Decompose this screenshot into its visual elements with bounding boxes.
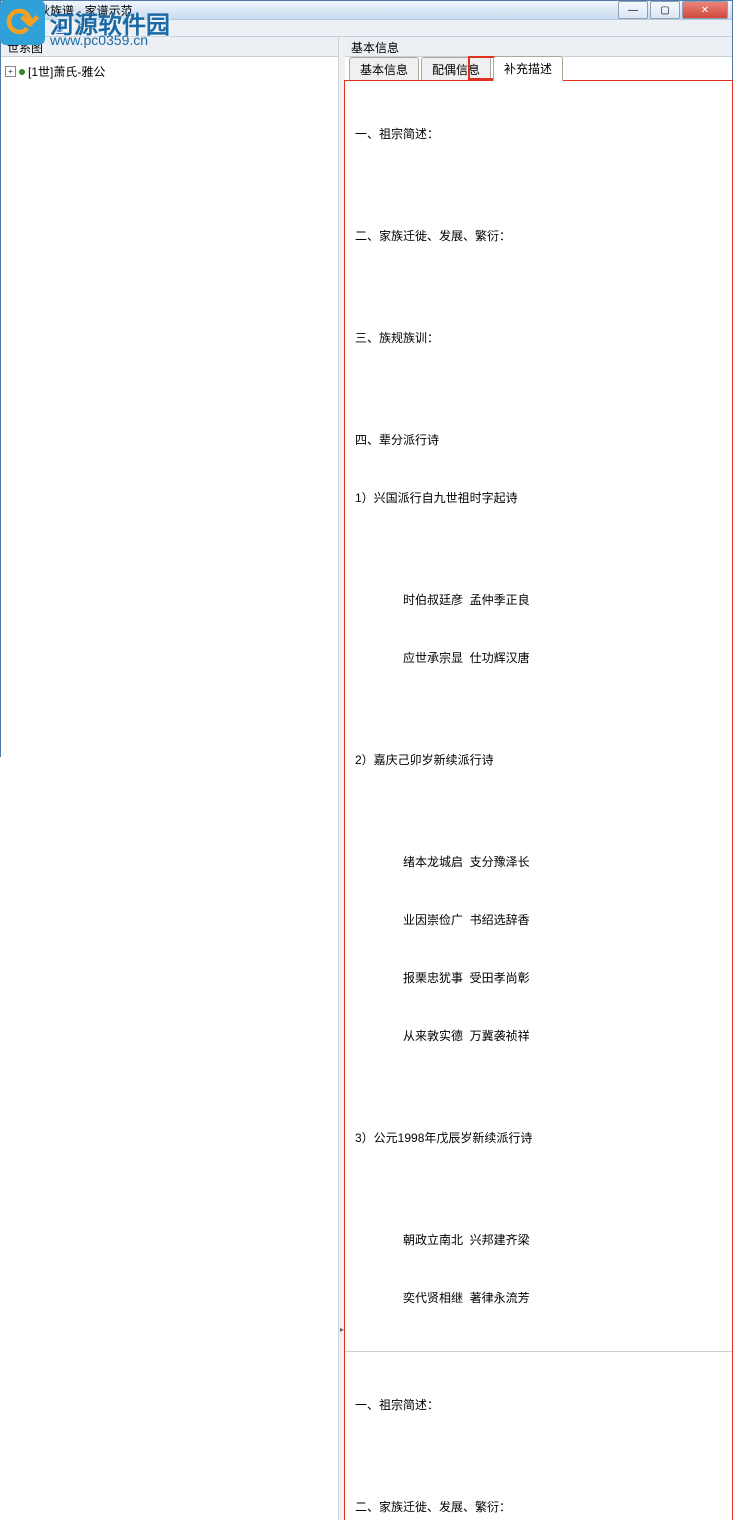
item2-line2: 业因崇俭广 书绍选辞香 [355,911,722,929]
lower-text-pane[interactable]: 一、祖宗简述： 二、家族迁徙、发展、繁衍： 三、族规族训： 四、辈分派行诗 1）… [345,1351,732,1520]
minimize-button[interactable]: — [618,1,648,19]
window-controls: — ▢ ✕ [618,1,728,19]
section-4: 四、辈分派行诗 [355,431,722,449]
item1-line1: 时伯叔廷彦 孟仲季正良 [355,591,722,609]
item2-header: 2）嘉庆己卯岁新续派行诗 [355,751,722,769]
app-icon [5,2,21,18]
tab-spouse-info[interactable]: 配偶信息 [421,57,491,81]
item1-header: 1）兴国派行自九世祖时字起诗 [355,489,722,507]
close-button[interactable]: ✕ [682,1,728,19]
maximize-button[interactable]: ▢ [650,1,680,19]
toolbar: C D S ? [1,20,732,37]
item3-header: 3）公元1998年戊辰岁新续派行诗 [355,1129,722,1147]
toolbar-c[interactable]: C [7,20,22,36]
item3-line2: 奕代贤相继 著律永流芳 [355,1289,722,1307]
body-area: 世系图 + [1世]萧氏-雅公 基本信息 基本信息 配偶信息 补充描述 [1,37,732,1520]
upper-text-pane[interactable]: 一、祖宗简述： 二、家族迁徙、发展、繁衍： 三、族规族训： 四、辈分派行诗 1）… [345,81,732,1351]
item2-line1: 绪本龙城启 支分豫泽长 [355,853,722,871]
content-area: 一、祖宗简述： 二、家族迁徙、发展、繁衍： 三、族规族训： 四、辈分派行诗 1）… [345,81,732,1520]
tree-node-icon [19,69,25,75]
main-window: 千秋族谱 - 家谱示范 — ▢ ✕ C D S ? 世系图 + [1世]萧氏-雅… [0,0,733,757]
item1-line2: 应世承宗显 仕功辉汉唐 [355,649,722,667]
tree-expand-icon[interactable]: + [5,66,16,77]
tree-view[interactable]: + [1世]萧氏-雅公 [1,57,338,1520]
section-3: 三、族规族训： [355,329,722,347]
toolbar-d[interactable]: D [30,20,45,36]
tab-basic-info[interactable]: 基本信息 [349,57,419,81]
left-panel-header: 世系图 [1,37,338,57]
section-2b: 二、家族迁徙、发展、繁衍： [355,1498,722,1516]
window-title: 千秋族谱 - 家谱示范 [26,2,618,19]
tree-root-label: [1世]萧氏-雅公 [28,63,105,80]
tab-supplement[interactable]: 补充描述 [493,56,563,81]
section-1: 一、祖宗简述： [355,125,722,143]
toolbar-s[interactable]: S [52,20,66,36]
toolbar-help[interactable]: ? [74,20,87,36]
right-panel-header: 基本信息 [345,37,732,57]
item3-line1: 朝政立南北 兴邦建齐梁 [355,1231,722,1249]
item2-line4: 从来敦实德 万冀袭祯祥 [355,1027,722,1045]
section-2: 二、家族迁徙、发展、繁衍： [355,227,722,245]
item2-line3: 报栗忠犹事 受田孝尚彰 [355,969,722,987]
right-panel: 基本信息 基本信息 配偶信息 补充描述 一、祖宗简述： 二、家族迁徙、发展、繁衍… [345,37,732,1520]
left-panel: 世系图 + [1世]萧氏-雅公 [1,37,339,1520]
tree-root-item[interactable]: + [1世]萧氏-雅公 [5,61,334,82]
titlebar[interactable]: 千秋族谱 - 家谱示范 — ▢ ✕ [1,1,732,20]
tab-bar: 基本信息 配偶信息 补充描述 [345,57,732,81]
section-1b: 一、祖宗简述： [355,1396,722,1414]
